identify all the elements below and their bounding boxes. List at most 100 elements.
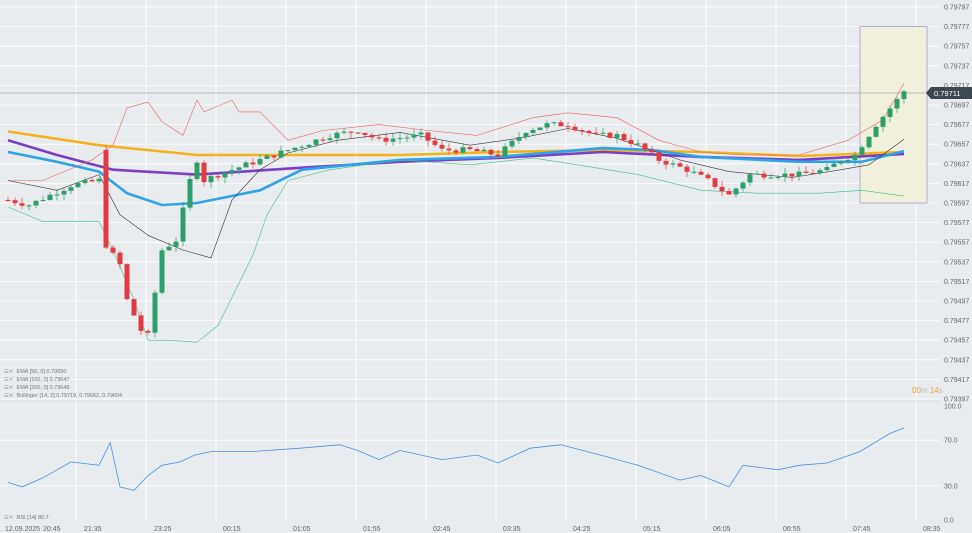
rsi-tick-label: 30.0: [944, 483, 958, 490]
highlight-box: [859, 26, 928, 204]
time-tick-label: 08:35: [923, 526, 941, 533]
candle-down: [495, 154, 501, 157]
candle-up: [54, 194, 60, 196]
price-tick-label: 0.79777: [944, 24, 969, 31]
candle-timer: 00m 14s: [912, 386, 943, 395]
candle-down: [145, 330, 151, 333]
candle-down: [446, 148, 452, 151]
candle-down: [201, 162, 207, 183]
rsi-tick-label: 100.0: [944, 404, 962, 411]
candle-down: [103, 150, 109, 248]
rsi-line: [7, 427, 905, 491]
candle-down: [810, 172, 816, 174]
price-tick-label: 0.79637: [944, 161, 969, 168]
legend-ema-100[interactable]: ☰✕ EMA [100, 0] 0.79647: [4, 377, 69, 383]
candle-down: [383, 137, 389, 142]
candle-up: [264, 155, 270, 159]
candle-up: [894, 99, 900, 109]
settings-icon[interactable]: ☰✕: [4, 515, 14, 521]
settings-icon[interactable]: ☰✕: [4, 377, 14, 383]
candle-up: [26, 205, 32, 207]
candle-down: [467, 147, 473, 150]
candle-up: [397, 138, 403, 140]
candle-up: [817, 170, 823, 174]
candle-down: [89, 180, 95, 182]
legend-bollinger[interactable]: ☰✕ Bollinger [14, 2] 0.79719, 0.79662, 0.…: [4, 393, 122, 399]
candle-up: [838, 161, 844, 164]
legend-rsi[interactable]: ☰✕ RSI [14] 80.7: [4, 515, 49, 521]
candle-down: [656, 152, 662, 161]
candle-up: [313, 139, 319, 145]
candle-up: [481, 149, 487, 152]
price-tick-label: 0.79417: [944, 377, 969, 384]
candle-up: [544, 123, 550, 128]
candle-up: [691, 171, 697, 173]
time-tick-label: 21:35: [84, 526, 102, 533]
price-tick-label: 0.79517: [944, 279, 969, 286]
time-tick-label: 23:25: [154, 526, 172, 533]
candle-down: [649, 149, 655, 153]
candle-down: [719, 186, 725, 192]
time-tick-label: 20:45: [43, 526, 61, 533]
candle-down: [110, 247, 116, 253]
candle-up: [243, 162, 249, 168]
time-tick-label: 03:35: [503, 526, 521, 533]
candle-down: [5, 200, 11, 202]
price-tick-label: 0.79657: [944, 142, 969, 149]
rsi-tick-label: 70.0: [944, 438, 958, 445]
candle-up: [740, 182, 746, 189]
time-tick-label: 07:45: [853, 526, 871, 533]
candle-up: [901, 91, 907, 100]
candle-up: [502, 146, 508, 157]
time-tick-label: 00:15: [223, 526, 241, 533]
price-chart[interactable]: 100.0 70.0 30.0 0.0 0.79797 0.79777 0.79757 0.…: [0, 0, 972, 533]
candle-up: [40, 199, 46, 201]
candle-up: [194, 162, 200, 180]
settings-icon[interactable]: ☰✕: [4, 385, 14, 391]
candle-down: [369, 134, 375, 138]
candle-down: [607, 132, 613, 138]
legend-label: EMA [100, 0] 0.79647: [16, 377, 70, 383]
candle-up: [257, 158, 263, 165]
time-tick-label: 05:15: [643, 526, 661, 533]
price-axis[interactable]: 0.797970.797770.797570.797370.797170.796…: [944, 5, 969, 404]
candle-down: [698, 171, 704, 175]
price-tick-label: 0.79557: [944, 240, 969, 247]
candle-down: [593, 132, 599, 134]
candle-up: [390, 138, 396, 142]
price-tick-label: 0.79477: [944, 318, 969, 325]
price-tick-label: 0.79577: [944, 220, 969, 227]
legend-ema-200[interactable]: ☰✕ EMA [200, 0] 0.79649: [4, 385, 69, 391]
candle-down: [677, 163, 683, 167]
price-tick-label: 0.79737: [944, 63, 969, 70]
candle-down: [684, 166, 690, 172]
candle-up: [635, 143, 641, 145]
time-tick-label: 02:45: [433, 526, 451, 533]
settings-icon[interactable]: ☰✕: [4, 393, 14, 399]
time-axis[interactable]: 12.09.2025 20:45 21:35 23:25 00:15 01:05 01:55…: [5, 526, 941, 533]
candle-down: [320, 139, 326, 141]
candle-up: [873, 126, 879, 137]
candle-up: [187, 179, 193, 208]
candle-down: [376, 137, 382, 139]
candle-up: [460, 147, 466, 153]
candle-down: [453, 150, 459, 153]
candle-up: [180, 207, 186, 242]
candle-up: [278, 150, 284, 158]
price-tick-label: 0.79497: [944, 299, 969, 306]
candle-down: [124, 264, 130, 300]
candle-up: [747, 174, 753, 183]
time-tick-label: 01:05: [293, 526, 311, 533]
candle-down: [425, 132, 431, 141]
candle-up: [96, 178, 102, 182]
candle-up: [670, 163, 676, 165]
legend-ema-50[interactable]: ☰✕ EMA [50, 0] 0.79650: [4, 369, 66, 375]
settings-icon[interactable]: ☰✕: [4, 369, 14, 375]
price-tick-label: 0.79537: [944, 259, 969, 266]
candle-down: [579, 130, 585, 132]
current-price-tag: 0.79711: [926, 87, 972, 99]
ema-50-line: [7, 146, 905, 207]
indicator-lines: [7, 83, 905, 343]
candle-up: [334, 132, 340, 139]
candle-down: [271, 155, 277, 158]
